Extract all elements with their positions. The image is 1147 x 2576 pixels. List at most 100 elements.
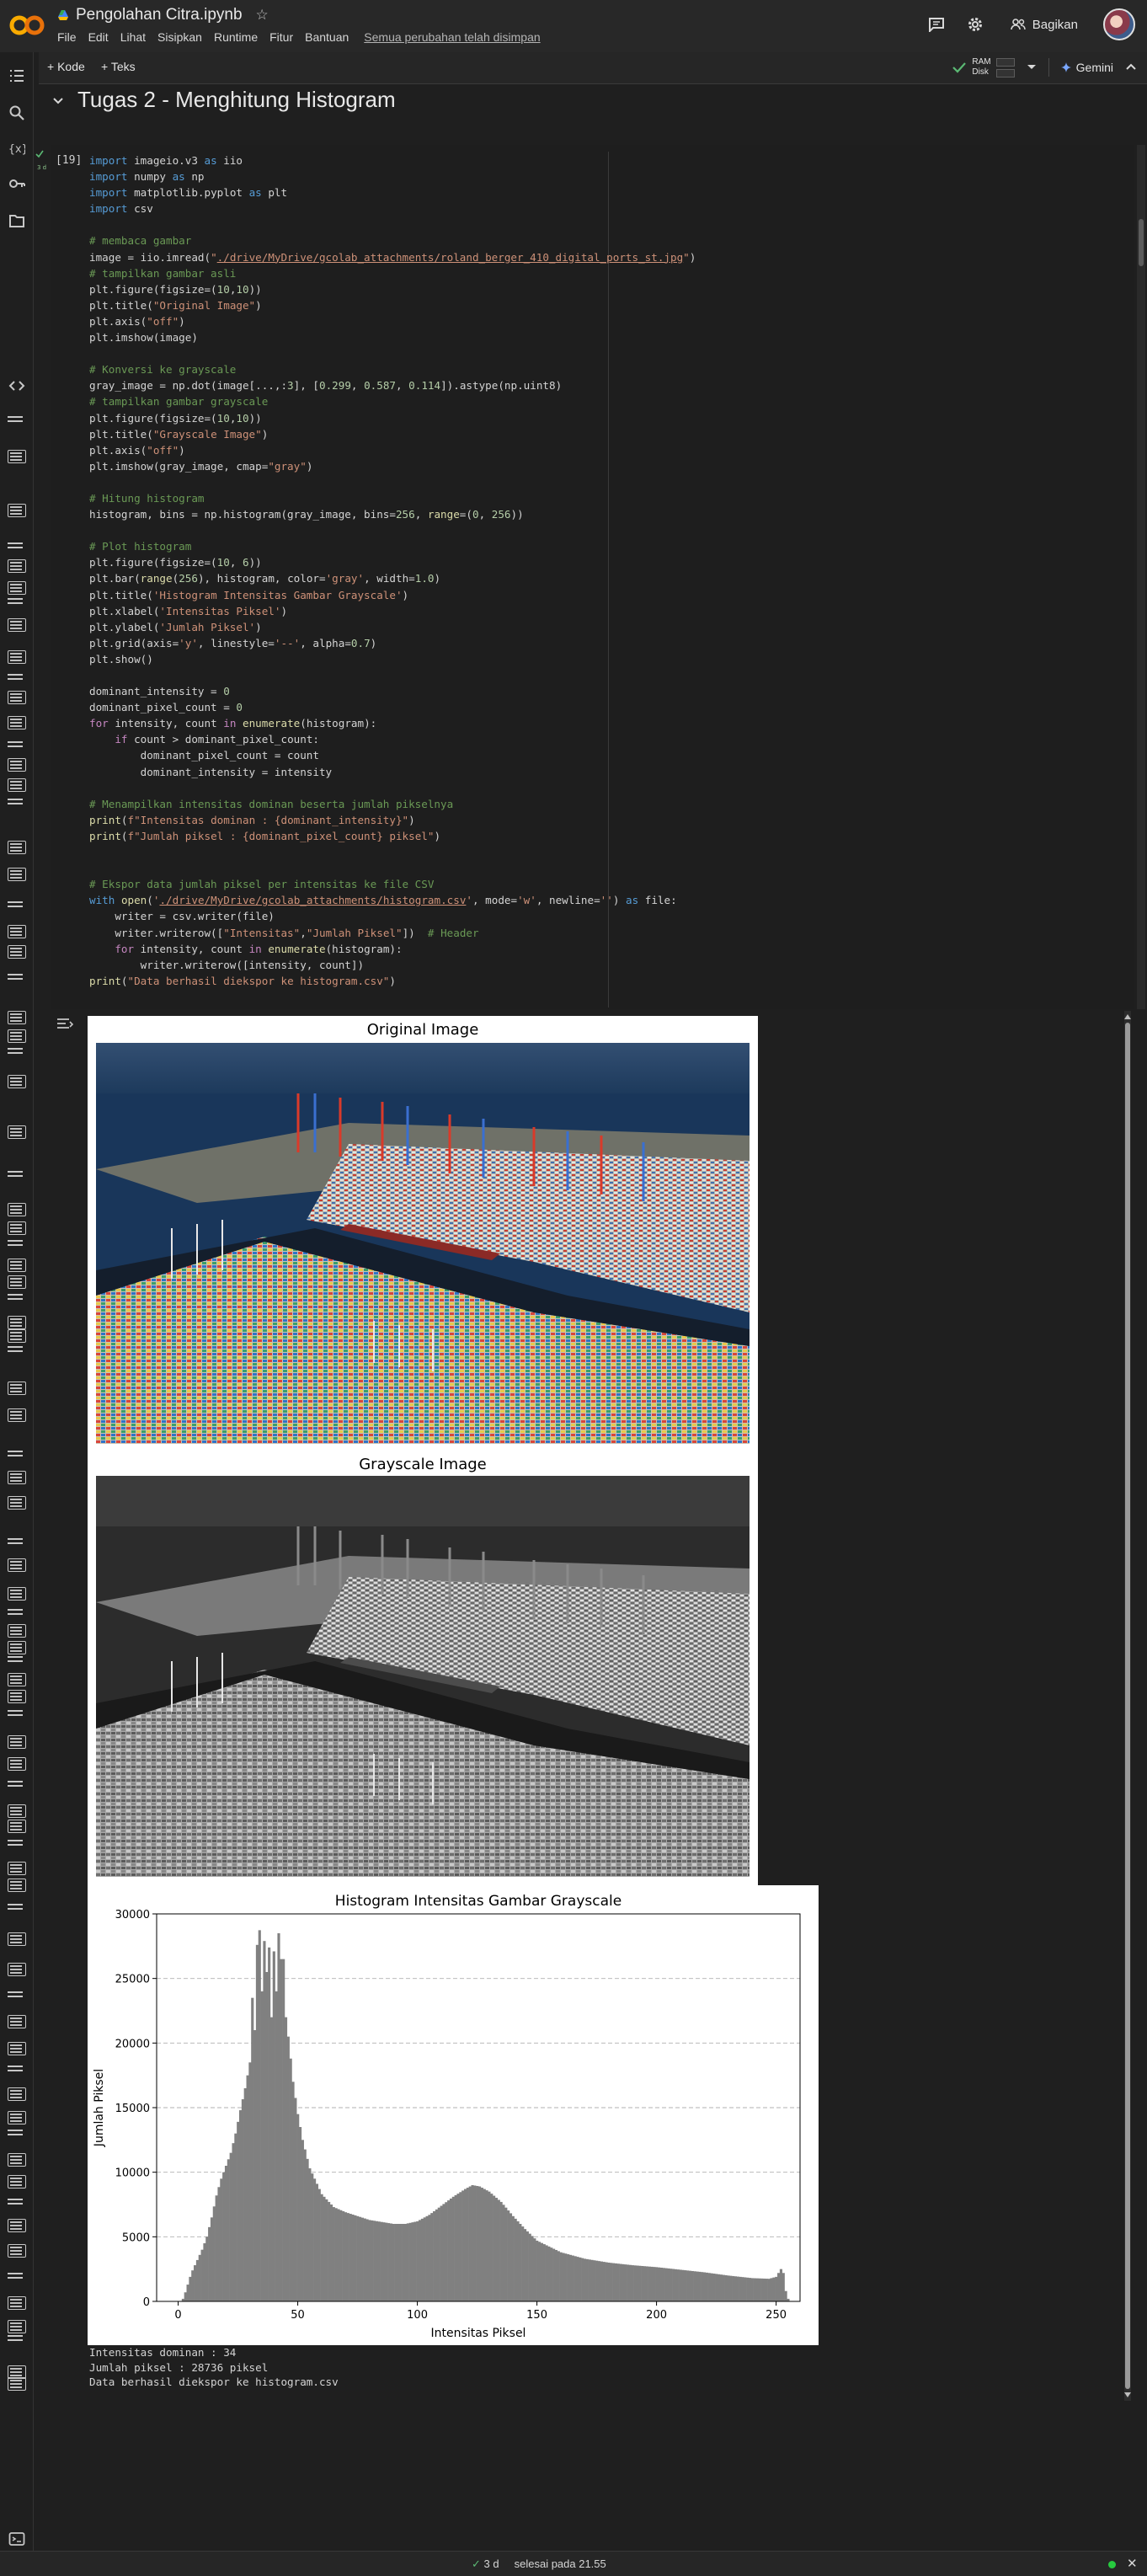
menu-runtime[interactable]: Runtime [214,30,258,44]
outline-entry-icon[interactable] [8,1275,26,1289]
variables-icon[interactable]: {x} [8,140,25,157]
outline-entry-icon[interactable] [8,1840,26,1848]
outline-entry-icon[interactable] [8,1408,26,1422]
outline-entry-icon[interactable] [8,581,26,595]
run-status-check-icon[interactable] [35,150,44,158]
outline-entry-icon[interactable] [8,1259,26,1272]
outline-entry-icon[interactable] [8,945,26,959]
star-icon[interactable]: ☆ [256,7,269,24]
outline-entry-icon[interactable] [8,1781,26,1789]
outline-entry-icon[interactable] [8,674,26,682]
outline-entry-icon[interactable] [8,1609,26,1617]
outline-entry-icon[interactable] [8,2153,26,2167]
outline-entry-icon[interactable] [8,2015,26,2028]
outline-entry-icon[interactable] [8,1029,26,1043]
outline-entry-icon[interactable] [8,2199,26,2207]
outline-entry-icon[interactable] [8,1904,26,1912]
outline-entry-icon[interactable] [8,1820,26,1833]
outline-entry-icon[interactable] [8,1735,26,1749]
outline-entry-icon[interactable] [8,691,26,704]
outline-entry-icon[interactable] [8,1048,26,1056]
outline-entry-icon[interactable] [8,559,26,573]
outline-entry-icon[interactable] [8,1221,26,1235]
outline-entry-icon[interactable] [8,1690,26,1703]
code-snippets-icon[interactable] [8,377,25,394]
outline-entry-icon[interactable] [8,1075,26,1088]
outline-entry-icon[interactable] [8,901,26,910]
comments-icon[interactable] [926,14,947,35]
notebook-title[interactable]: Pengolahan Citra.ipynb [76,6,243,24]
outline-entry-icon[interactable] [8,2377,26,2391]
outline-entry-icon[interactable] [8,2111,26,2124]
outline-entry-icon[interactable] [8,1656,26,1665]
outline-entry-icon[interactable] [8,868,26,881]
outline-entry-icon[interactable] [8,1991,26,2000]
editor-scrollbar[interactable] [1137,145,1145,1009]
search-icon[interactable] [8,104,25,121]
outline-entry-icon[interactable] [8,1451,26,1459]
user-avatar[interactable] [1103,8,1135,40]
outline-entry-icon[interactable] [8,1382,26,1395]
gemini-button[interactable]: Gemini [1060,61,1113,74]
outline-entry-icon[interactable] [8,1757,26,1771]
drive-icon[interactable] [57,9,69,21]
outline-entry-icon[interactable] [8,716,26,730]
save-status-link[interactable]: Semua perubahan telah disimpan [364,30,540,44]
outline-entry-icon[interactable] [8,1240,26,1248]
outline-entry-icon[interactable] [8,1294,26,1302]
outline-entry-icon[interactable] [8,758,26,772]
outline-entry-icon[interactable] [8,2130,26,2138]
terminal-icon[interactable] [8,2531,25,2547]
settings-gear-icon[interactable] [965,14,985,35]
outline-entry-icon[interactable] [8,974,26,982]
menu-tools[interactable]: Fitur [269,30,293,44]
share-button[interactable]: Bagikan [1004,13,1085,37]
outline-entry-icon[interactable] [8,2042,26,2055]
outline-entry-icon[interactable] [8,1862,26,1875]
outline-entry-icon[interactable] [8,2219,26,2232]
menu-view[interactable]: Lihat [120,30,146,44]
add-text-button[interactable]: + Teks [101,60,136,73]
outline-entry-icon[interactable] [8,1316,26,1329]
menu-file[interactable]: File [57,30,77,44]
outline-entry-icon[interactable] [8,2087,26,2101]
outline-entry-icon[interactable] [8,1963,26,1976]
menu-insert[interactable]: Sisipkan [157,30,202,44]
menu-help[interactable]: Bantuan [305,30,349,44]
outline-entry-icon[interactable] [8,1932,26,1946]
outline-entry-icon[interactable] [8,2244,26,2258]
outline-entry-icon[interactable] [8,1125,26,1139]
outline-entry-icon[interactable] [8,1171,26,1179]
section-collapse-chevron-icon[interactable] [52,94,64,110]
outline-entry-icon[interactable] [8,618,26,632]
outline-entry-icon[interactable] [8,542,26,551]
outline-entry-icon[interactable] [8,741,26,750]
add-code-button[interactable]: + Kode [47,60,85,73]
output-scrollbar[interactable] [1122,1011,1134,2401]
outline-entry-icon[interactable] [8,598,26,607]
code-content[interactable]: import imageio.v3 as iio import numpy as … [89,152,696,989]
runtime-dropdown-icon[interactable] [1027,60,1037,75]
collapse-chevron-icon[interactable] [1125,60,1137,75]
colab-logo[interactable] [8,13,45,37]
outline-entry-icon[interactable] [8,650,26,664]
outline-entry-icon[interactable] [8,1587,26,1601]
outline-entry-icon[interactable] [8,778,26,792]
outline-entry-icon[interactable] [8,416,26,425]
outline-entry-icon[interactable] [8,799,26,807]
table-of-contents-icon[interactable] [8,67,25,84]
outline-entry-icon[interactable] [8,841,26,854]
outline-entry-icon[interactable] [8,1558,26,1572]
files-folder-icon[interactable] [8,212,25,229]
outline-entry-icon[interactable] [8,1329,26,1343]
outline-entry-icon[interactable] [8,1346,26,1355]
outline-entry-icon[interactable] [8,1804,26,1818]
outline-entry-icon[interactable] [8,2066,26,2074]
menu-edit[interactable]: Edit [88,30,109,44]
output-actions-icon[interactable] [56,1016,74,1031]
outline-entry-icon[interactable] [8,1624,26,1638]
outline-entry-icon[interactable] [8,1879,26,1892]
outline-entry-icon[interactable] [8,450,26,463]
outline-entry-icon[interactable] [8,2296,26,2310]
secrets-key-icon[interactable] [8,175,25,192]
